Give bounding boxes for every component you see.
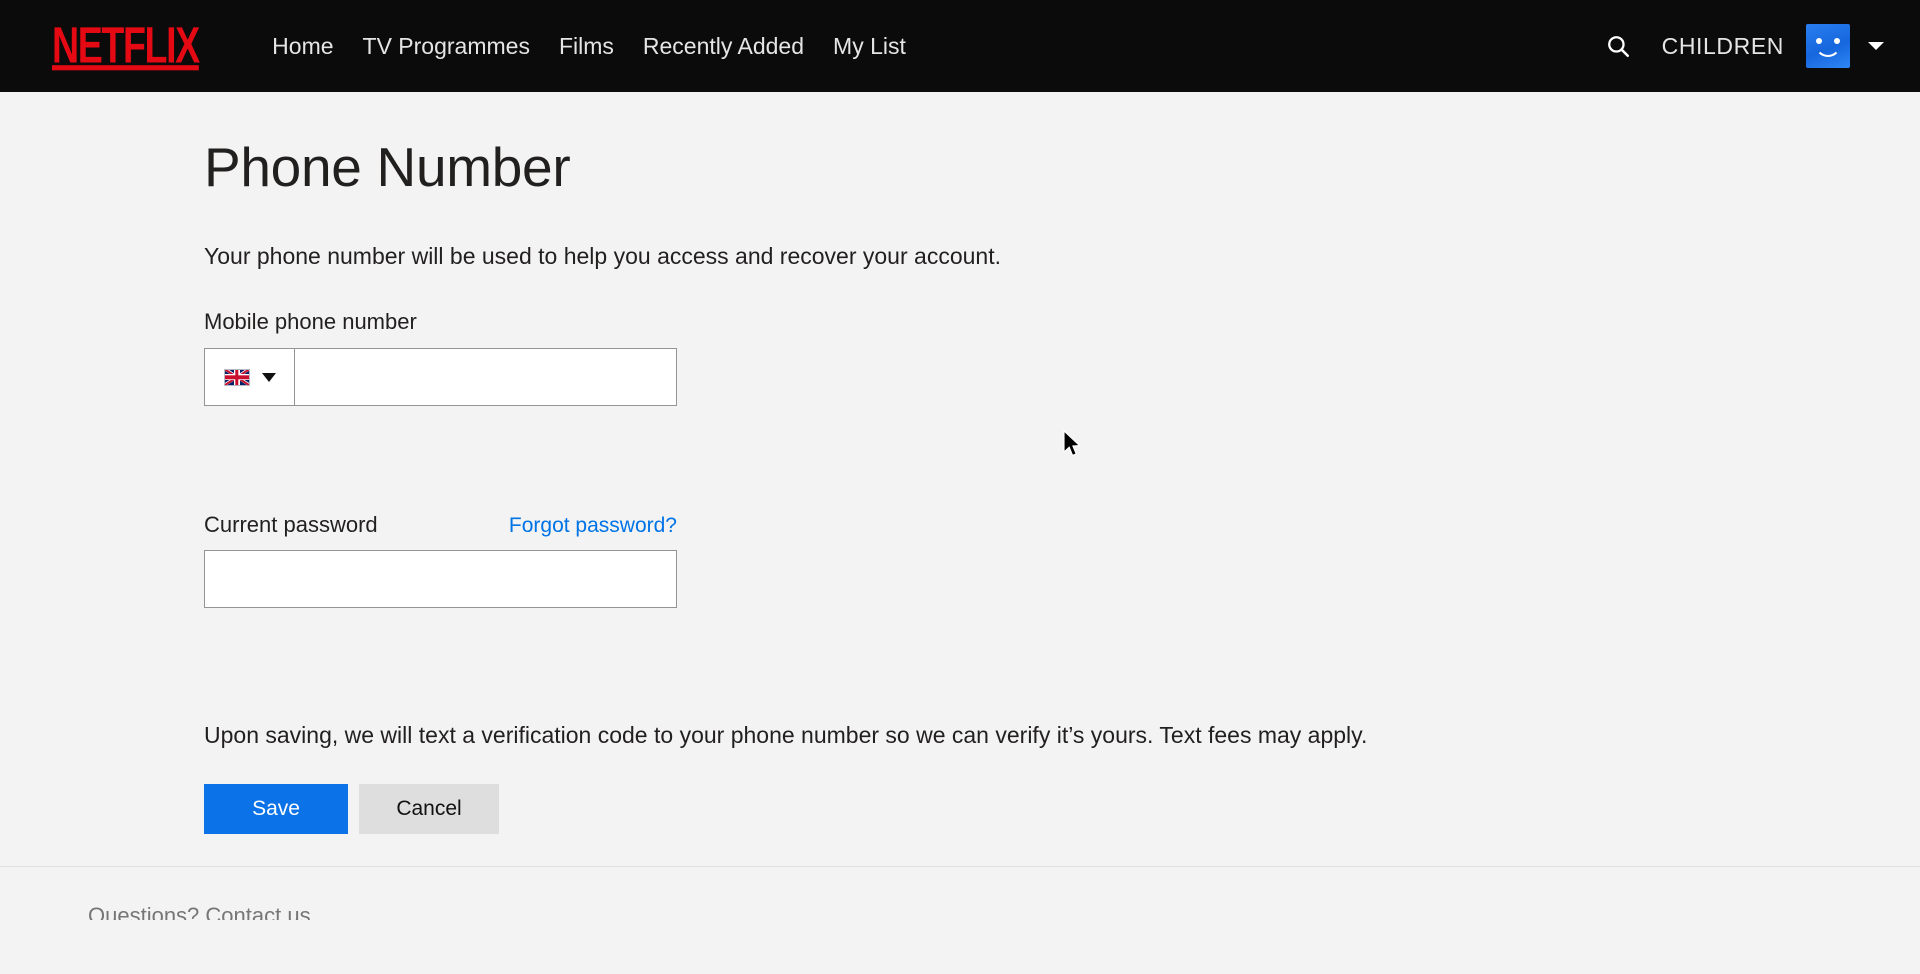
nav-item-tv-programmes[interactable]: TV Programmes <box>363 34 530 58</box>
primary-navigation: Home TV Programmes Films Recently Added … <box>272 34 906 58</box>
page-description: Your phone number will be used to help y… <box>204 242 1001 269</box>
verification-note: Upon saving, we will text a verification… <box>204 721 1368 748</box>
settings-form: Phone Number Your phone number will be u… <box>0 92 1920 834</box>
phone-number-field-group: Mobile phone number <box>204 308 1920 407</box>
current-password-field-group: Current password Forgot password? <box>204 511 1920 608</box>
profile-menu-chevron-down-icon[interactable] <box>1868 42 1884 50</box>
search-icon <box>1607 36 1629 57</box>
country-code-select[interactable] <box>204 348 294 407</box>
page-title: Phone Number <box>204 136 571 198</box>
cancel-button[interactable]: Cancel <box>359 783 499 834</box>
forgot-password-link[interactable]: Forgot password? <box>509 514 677 538</box>
phone-number-row <box>204 348 677 407</box>
nav-item-recently-added[interactable]: Recently Added <box>643 34 804 58</box>
contact-us-link[interactable]: Questions? Contact us <box>88 903 311 920</box>
profile-name-label: CHILDREN <box>1661 32 1784 59</box>
form-actions: Save Cancel <box>204 783 1920 834</box>
current-password-input[interactable] <box>204 549 677 608</box>
password-label-row: Current password Forgot password? <box>204 511 677 540</box>
phone-number-label: Mobile phone number <box>204 308 417 334</box>
avatar[interactable] <box>1806 24 1850 68</box>
nav-item-films[interactable]: Films <box>559 34 614 58</box>
current-password-label: Current password <box>204 512 378 538</box>
phone-number-input[interactable] <box>294 348 677 407</box>
site-footer: Questions? Contact us <box>0 866 1920 920</box>
page-body: Phone Number Your phone number will be u… <box>0 92 1920 920</box>
site-header: NETFLIX Home TV Programmes Films Recentl… <box>0 0 1920 92</box>
avatar-smile-icon <box>1815 44 1841 57</box>
header-right-cluster: CHILDREN <box>1596 0 1884 92</box>
netflix-logo[interactable]: NETFLIX <box>52 20 200 71</box>
search-button[interactable] <box>1596 24 1640 68</box>
country-chevron-down-icon <box>261 372 276 382</box>
nav-item-my-list[interactable]: My List <box>833 34 906 58</box>
save-button[interactable]: Save <box>204 783 348 834</box>
nav-item-home[interactable]: Home <box>272 34 333 58</box>
uk-flag-icon <box>223 368 250 386</box>
